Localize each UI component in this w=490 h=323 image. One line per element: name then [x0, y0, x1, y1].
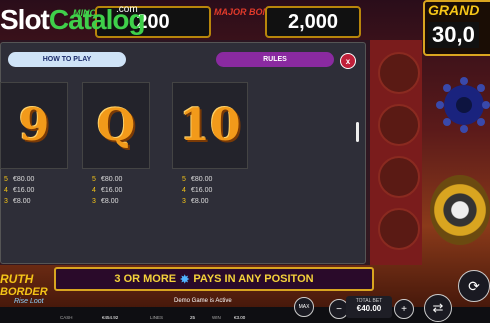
side-gear-icon — [378, 52, 420, 94]
minus-icon: − — [336, 303, 342, 315]
symbol-card: 10 — [172, 82, 248, 169]
symbol-nine-icon: 9 — [18, 100, 50, 151]
mine-icon — [436, 77, 490, 133]
game-logo-line1: RUTH — [0, 272, 34, 286]
cash-value: €454.92 — [102, 315, 119, 320]
grand-jackpot-label: GRAND — [428, 2, 480, 18]
pay-row: 4 €16.00 — [4, 187, 35, 194]
symbol-card: Q — [82, 82, 150, 169]
close-button[interactable]: x — [340, 53, 356, 69]
major-jackpot-value: 2,000 — [265, 6, 361, 38]
plus-icon: + — [401, 303, 407, 315]
symbol-queen-icon: Q — [96, 100, 136, 151]
autoplay-button[interactable]: ⇄ — [424, 294, 452, 322]
game-logo-line2: BORDER — [0, 286, 48, 298]
demo-status: Demo Game is Active — [174, 298, 232, 304]
paytable-queen: 5 €80.00 4 €16.00 3 €8.00 — [92, 174, 122, 207]
watermark-suffix: .com — [116, 4, 138, 15]
total-bet-box: TOTAL BET €40.00 — [346, 296, 392, 318]
spin-button[interactable]: ⟳ — [458, 270, 490, 302]
pay-row: 5 €80.00 — [182, 176, 213, 183]
safe-dial-icon — [430, 175, 490, 245]
win-value: €3.00 — [234, 315, 246, 320]
lines-label: LINES — [150, 315, 164, 320]
pay-row: 3 €8.00 — [182, 198, 209, 205]
pay-row: 4 €16.00 — [92, 187, 123, 194]
paytable-nine: 5 €80.00 4 €16.00 3 €8.00 — [4, 174, 34, 207]
side-gear-icon — [378, 156, 420, 198]
scatter-icon: ✸ — [180, 273, 190, 286]
banner-left-text: 3 OR MORE — [114, 273, 177, 285]
banner-right-text: PAYS IN ANY POSITON — [193, 273, 314, 285]
game-logo-line3: Rise Loot — [14, 298, 44, 305]
grand-jackpot-value: 30,0 — [428, 22, 479, 48]
symbol-ten-icon: 10 — [179, 100, 241, 151]
total-bet-value: €40.00 — [356, 304, 382, 313]
max-bet-button[interactable]: MAX — [294, 297, 314, 317]
pays-banner: 3 OR MORE ✸ PAYS IN ANY POSITON — [54, 267, 374, 291]
symbol-card: 9 — [0, 82, 68, 169]
spin-icon: ⟳ — [468, 277, 480, 294]
lines-value: 25 — [190, 315, 196, 320]
pay-row: 3 €8.00 — [4, 198, 31, 205]
side-gear-icon — [378, 208, 420, 250]
pay-row: 5 €80.00 — [92, 176, 123, 183]
paytable-ten: 5 €80.00 4 €16.00 3 €8.00 — [182, 174, 212, 207]
increase-bet-button[interactable]: + — [394, 299, 414, 319]
tab-how-to-play[interactable]: HOW TO PLAY — [8, 52, 126, 67]
panel-scrollbar[interactable] — [356, 122, 359, 142]
autoplay-icon: ⇄ — [432, 300, 444, 315]
pay-row: 3 €8.00 — [92, 198, 119, 205]
win-label: WIN — [212, 315, 221, 320]
pay-row: 5 €80.00 — [4, 176, 35, 183]
cash-label: CASH — [60, 315, 73, 320]
tab-rules[interactable]: RULES — [216, 52, 334, 67]
watermark-brand: Slot — [0, 4, 50, 35]
pay-row: 4 €16.00 — [182, 187, 213, 194]
side-gear-icon — [378, 104, 420, 146]
